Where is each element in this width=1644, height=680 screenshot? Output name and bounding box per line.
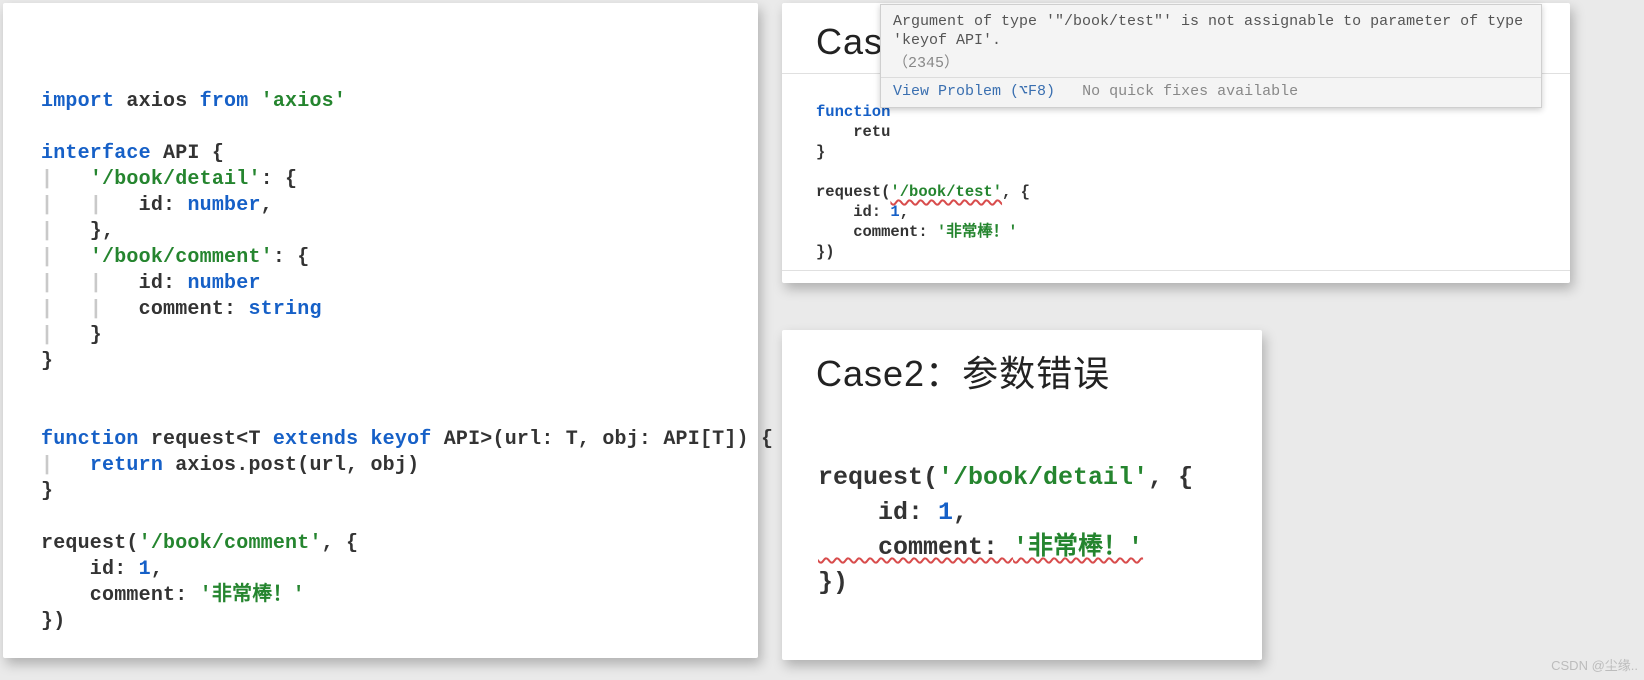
case2-path: '/book/detail' xyxy=(938,463,1148,492)
case2-error-comment-lbl: comment: xyxy=(818,533,1013,562)
error-tooltip: Argument of type '"/book/test"' is not a… xyxy=(880,4,1542,108)
case2-title: Case2：参数错误 xyxy=(816,345,1262,397)
tooltip-message: Argument of type '"/book/test"' is not a… xyxy=(881,5,1541,54)
tooltip-actions: View Problem (⌥F8) No quick fixes availa… xyxy=(881,77,1541,107)
kw-from: from xyxy=(200,90,249,113)
case2-close: }) xyxy=(818,568,848,597)
return-expr: axios.post(url, obj) xyxy=(163,454,419,477)
kw-function: function xyxy=(41,428,139,451)
case1-comment-val: '非常棒！' xyxy=(937,223,1018,241)
no-quick-fixes: No quick fixes available xyxy=(1082,83,1298,100)
case1-after: , { xyxy=(1002,183,1030,201)
case1-bg-retu: retu xyxy=(816,123,890,141)
call-close: }) xyxy=(41,610,65,633)
case2-error-comment-val: '非常棒！' xyxy=(1013,533,1143,562)
view-problem-link[interactable]: View Problem (⌥F8) xyxy=(893,83,1055,100)
case1-error-path: '/book/test' xyxy=(890,183,1002,201)
ident-axios: axios xyxy=(114,90,199,113)
path-book-comment: '/book/comment' xyxy=(90,246,273,269)
tooltip-error-code: （2345） xyxy=(881,54,1541,77)
case2-code-block: request('/book/detail', { id: 1, comment… xyxy=(782,411,1262,600)
case1-comment-lbl: comment: xyxy=(816,223,937,241)
call-arg-path: '/book/comment' xyxy=(139,532,322,555)
kw-interface: interface xyxy=(41,142,151,165)
kw-import: import xyxy=(41,90,114,113)
call-request-open: request( xyxy=(41,532,139,555)
case1-request-open: request( xyxy=(816,183,890,201)
str-axios: 'axios' xyxy=(248,90,346,113)
left-code-block: import axios from 'axios' interface API … xyxy=(3,3,758,635)
call-comment-val: '非常棒！' xyxy=(200,584,305,607)
case2-id-val: 1 xyxy=(938,498,953,527)
path-book-detail: '/book/detail' xyxy=(90,168,261,191)
case2-panel: Case2：参数错误 request('/book/detail', { id:… xyxy=(782,330,1262,660)
call-comment-lbl: comment: xyxy=(41,584,200,607)
watermark: CSDN @尘缘.. xyxy=(1551,655,1638,674)
call-id-val: 1 xyxy=(139,558,151,581)
type-number-1: number xyxy=(187,194,260,217)
case1-close: }) xyxy=(816,243,835,261)
case2-id-comma: , xyxy=(953,498,968,527)
case1-id: id: xyxy=(816,203,890,221)
fn-signature-rest: API>(url: T, obj: API[T]) { xyxy=(432,428,774,451)
left-code-panel: import axios from 'axios' interface API … xyxy=(3,3,758,658)
type-string: string xyxy=(248,298,321,321)
case1-bg-close: } xyxy=(816,143,825,161)
case1-id-val: 1 xyxy=(890,203,899,221)
id-label-1: id: xyxy=(139,194,188,217)
case2-id-label: id: xyxy=(818,498,938,527)
id-label-2: id: xyxy=(139,272,188,295)
type-number-2: number xyxy=(187,272,260,295)
kw-extends-keyof: extends keyof xyxy=(273,428,432,451)
kw-return: return xyxy=(90,454,163,477)
call-after: , { xyxy=(322,532,359,555)
call-id: id: xyxy=(41,558,139,581)
interface-name: API { xyxy=(151,142,224,165)
comment-label: comment: xyxy=(139,298,249,321)
case2-request-open: request( xyxy=(818,463,938,492)
generic-T: T xyxy=(248,428,272,451)
case2-after: , { xyxy=(1148,463,1193,492)
fn-request: request< xyxy=(139,428,249,451)
